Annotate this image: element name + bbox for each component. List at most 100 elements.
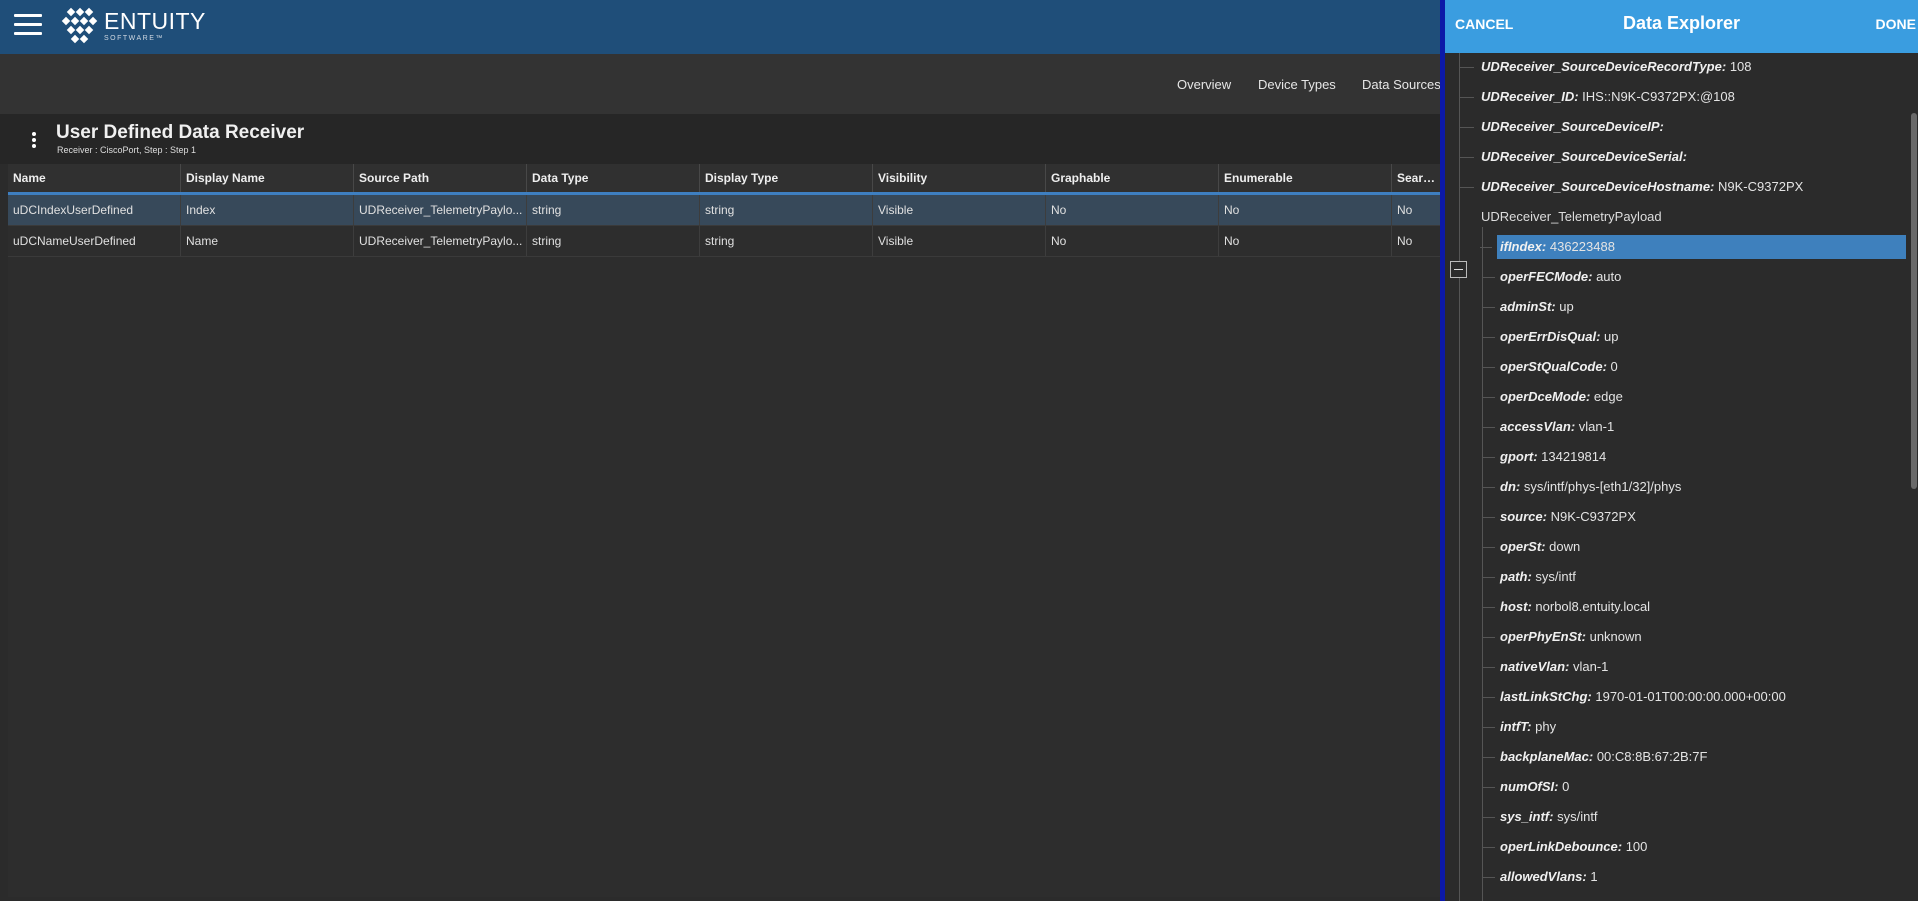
grid-header: Name Display Name Source Path Data Type … <box>8 164 1440 195</box>
tree-node-key: operFECMode: <box>1500 269 1593 284</box>
scrollbar-thumb[interactable] <box>1911 113 1917 489</box>
table-row[interactable]: uDCNameUserDefined Name UDReceiver_Telem… <box>8 226 1440 257</box>
tree-node[interactable]: operStQualCode: 0 <box>1483 355 1618 379</box>
tree-node-key: UDReceiver_SourceDeviceSerial: <box>1481 149 1687 164</box>
cell-name: uDCNameUserDefined <box>8 226 181 256</box>
tree-node[interactable]: UDReceiver_SourceDeviceIP: <box>1460 115 1664 139</box>
tree-node[interactable]: accessVlan: vlan-1 <box>1483 415 1614 439</box>
tree-node-value: 100 <box>1625 839 1648 854</box>
tree-node[interactable]: numOfSI: 0 <box>1483 775 1570 799</box>
cell-visibility: Visible <box>873 226 1046 256</box>
column-header-graphable[interactable]: Graphable <box>1046 164 1219 192</box>
column-header-display-type[interactable]: Display Type <box>700 164 873 192</box>
tree-node[interactable]: gport: 134219814 <box>1483 445 1607 469</box>
tree-node[interactable]: adminSt: up <box>1483 295 1574 319</box>
tree-node-key: accessVlan: <box>1500 419 1576 434</box>
tree-node[interactable]: UDReceiver_SourceDeviceRecordType: 108 <box>1460 55 1752 79</box>
column-header-source-path[interactable]: Source Path <box>354 164 527 192</box>
tree-node[interactable]: lastLinkStChg: 1970-01-01T00:00:00.000+0… <box>1483 685 1786 709</box>
tree-node-value: 436223488 <box>1549 239 1615 254</box>
tree-node[interactable]: UDReceiver_SourceDeviceHostname: N9K-C93… <box>1460 175 1804 199</box>
drawer-scrollbar[interactable] <box>1910 53 1918 901</box>
nav-data-sources[interactable]: Data Sources <box>1362 77 1441 92</box>
table-row[interactable]: uDCIndexUserDefined Index UDReceiver_Tel… <box>8 195 1440 226</box>
tree-node[interactable]: operDceMode: edge <box>1483 385 1623 409</box>
tree-branch-line <box>1483 337 1495 338</box>
menu-icon[interactable] <box>14 14 42 36</box>
tree-node[interactable]: UDReceiver_SourceDeviceSerial: <box>1460 145 1687 169</box>
tree-node-value: edge <box>1593 389 1623 404</box>
nav-overview[interactable]: Overview <box>1177 77 1231 92</box>
tree-node-key: UDReceiver_SourceDeviceRecordType: <box>1481 59 1727 74</box>
tree-node[interactable]: backplaneMac: 00:C8:8B:67:2B:7F <box>1483 745 1708 769</box>
fields-grid: Name Display Name Source Path Data Type … <box>8 164 1440 897</box>
tree-node-value: 134219814 <box>1541 449 1607 464</box>
tree-node-value: down <box>1549 539 1581 554</box>
tree-node[interactable]: source: N9K-C9372PX <box>1483 505 1636 529</box>
page-subtitle: Receiver : CiscoPort, Step : Step 1 <box>57 145 197 155</box>
tree-node-value: sys/intf/phys-[eth1/32]/phys <box>1523 479 1682 494</box>
tree-node-value: N9K-C9372PX <box>1718 179 1804 194</box>
column-header-enumerable[interactable]: Enumerable <box>1219 164 1392 192</box>
tree-node[interactable]: UDReceiver_ID: IHS::N9K-C9372PX:@108 <box>1460 85 1735 109</box>
tree-node[interactable]: nativeVlan: vlan-1 <box>1483 655 1609 679</box>
tree-branch-line <box>1483 457 1495 458</box>
tree-node[interactable]: ifIndex: 436223488 <box>1480 235 1906 259</box>
nav-device-types[interactable]: Device Types <box>1258 77 1336 92</box>
tree-node[interactable]: operPhyEnSt: unknown <box>1483 625 1642 649</box>
tree-node-value: 00:C8:8B:67:2B:7F <box>1596 749 1708 764</box>
tree-node[interactable]: path: sys/intf <box>1483 565 1576 589</box>
cell-visibility: Visible <box>873 195 1046 225</box>
tree-node-key: sys_intf: <box>1500 809 1554 824</box>
tree-node-key: operLinkDebounce: <box>1500 839 1623 854</box>
tree-node-key: UDReceiver_SourceDeviceIP: <box>1481 119 1664 134</box>
data-explorer-drawer: CANCEL Data Explorer DONE UDReceiver_Sou… <box>1445 0 1918 901</box>
tree-node-key: nativeVlan: <box>1500 659 1570 674</box>
data-tree: UDReceiver_SourceDeviceRecordType: 108 UD… <box>1445 53 1915 901</box>
tree-node-value: 0 <box>1562 779 1570 794</box>
tree-node[interactable]: operSt: down <box>1483 535 1581 559</box>
cell-data-type: string <box>527 226 700 256</box>
column-header-display-name[interactable]: Display Name <box>181 164 354 192</box>
tree-node-value: up <box>1604 329 1619 344</box>
brand-sub: SOFTWARE™ <box>104 35 164 42</box>
column-header-name[interactable]: Name <box>8 164 181 192</box>
brand-name: ENTUITY <box>104 8 206 34</box>
tree-node[interactable]: operErrDisQual: up <box>1483 325 1619 349</box>
tree-node-value: 1 <box>1590 869 1598 884</box>
tree-branch-line <box>1483 277 1495 278</box>
tree-node[interactable]: dn: sys/intf/phys-[eth1/32]/phys <box>1483 475 1682 499</box>
entuity-logo[interactable]: ENTUITY SOFTWARE™ <box>60 6 206 46</box>
column-header-data-type[interactable]: Data Type <box>527 164 700 192</box>
tree-node[interactable]: intfT: phy <box>1483 715 1557 739</box>
tree-node-value: 0 <box>1610 359 1618 374</box>
drawer-title: Data Explorer <box>1622 13 1741 33</box>
tree-node[interactable]: operFECMode: auto <box>1483 265 1621 289</box>
tree-node[interactable]: sys_intf: sys/intf <box>1483 805 1598 829</box>
tree-node[interactable]: host: norbol8.entuity.local <box>1483 595 1650 619</box>
drawer-header: CANCEL Data Explorer DONE <box>1445 0 1918 53</box>
tree-group-node[interactable]: UDReceiver_TelemetryPayload <box>1481 205 1662 229</box>
tree-node-value: unknown <box>1589 629 1642 644</box>
tree-node-value: phy <box>1535 719 1557 734</box>
secondary-nav: Overview Device Types Data Sources <box>0 54 1441 114</box>
tree-node-value: up <box>1559 299 1574 314</box>
cell-display-type: string <box>700 226 873 256</box>
more-options-icon[interactable] <box>28 132 40 150</box>
cell-data-type: string <box>527 195 700 225</box>
tree-node[interactable]: allowedVlans: 1 <box>1483 865 1598 889</box>
done-button[interactable]: DONE <box>1876 16 1916 32</box>
tree-node[interactable]: operLinkDebounce: 100 <box>1483 835 1648 859</box>
column-header-visibility[interactable]: Visibility <box>873 164 1046 192</box>
cell-graphable: No <box>1046 195 1219 225</box>
tree-node-key: ifIndex: <box>1500 239 1547 254</box>
tree-node-value: sys/intf <box>1535 569 1576 584</box>
cell-enumerable: No <box>1219 195 1392 225</box>
cell-display-name: Name <box>181 226 354 256</box>
tree-node-value: vlan-1 <box>1572 659 1609 674</box>
tree-node-value: 108 <box>1729 59 1752 74</box>
column-header-searchable[interactable]: Searcha <box>1392 164 1440 192</box>
tree-branch-line <box>1483 847 1495 848</box>
collapse-icon[interactable] <box>1450 261 1467 278</box>
tree-node-value: sys/intf <box>1557 809 1598 824</box>
